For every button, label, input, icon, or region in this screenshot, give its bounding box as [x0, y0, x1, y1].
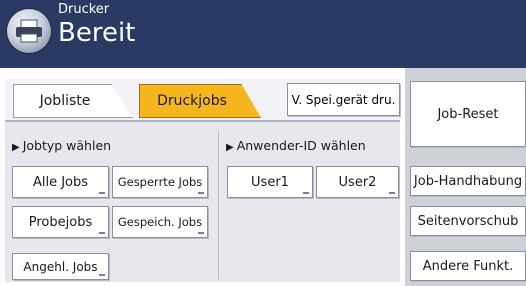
triangle-right-icon: ▶: [12, 142, 20, 153]
andere-funkt-button[interactable]: Andere Funkt.: [410, 251, 526, 281]
button-label: Gespeich. Jobs: [117, 215, 203, 229]
gespeich-jobs-button[interactable]: Gespeich. Jobs: [112, 206, 208, 238]
button-label: Probejobs: [28, 214, 93, 230]
button-label: Gesperrte Jobs: [117, 175, 203, 189]
status-title: Bereit: [58, 18, 136, 48]
job-reset-button[interactable]: Job-Reset: [410, 81, 526, 147]
section-divider: [218, 131, 219, 279]
job-type-label: Jobtyp wählen: [22, 138, 112, 153]
header-subtitle: Drucker: [58, 2, 110, 17]
right-sidebar: Job-Reset Job-Handhabung Seitenvorschub …: [405, 68, 526, 286]
button-label: Alle Jobs: [32, 174, 89, 190]
seitenvorschub-button[interactable]: Seitenvorschub: [410, 206, 526, 236]
user-id-heading: ▶ Anwender-ID wählen: [226, 138, 366, 153]
tab-jobliste[interactable]: Jobliste: [13, 84, 133, 118]
button-label: User2: [338, 174, 377, 190]
print-from-storage-button[interactable]: V. Spei.gerät dru.: [287, 83, 400, 116]
button-label: Angehl. Jobs: [23, 259, 98, 274]
printer-icon: [7, 9, 51, 53]
user1-button[interactable]: User1: [227, 166, 313, 198]
alle-jobs-button[interactable]: Alle Jobs: [12, 166, 109, 198]
tab-strip: Jobliste Druckjobs V. Spei.gerät dru.: [5, 79, 400, 122]
gesperrte-jobs-button[interactable]: Gesperrte Jobs: [112, 166, 208, 198]
tab-druckjobs[interactable]: Druckjobs: [139, 84, 261, 118]
header-bar: Drucker Bereit: [0, 0, 526, 68]
user2-button[interactable]: User2: [316, 166, 399, 198]
job-panel: Jobliste Druckjobs V. Spei.gerät dru. ▶ J…: [5, 79, 400, 282]
button-label: User1: [251, 174, 289, 190]
angehl-jobs-button[interactable]: Angehl. Jobs: [12, 253, 109, 280]
user-id-label: Anwender-ID wählen: [236, 138, 366, 153]
probejobs-button[interactable]: Probejobs: [12, 206, 109, 238]
job-type-heading: ▶ Jobtyp wählen: [12, 138, 111, 153]
printer-screen: Drucker Bereit Jobliste Druckjobs V. Spe…: [0, 0, 526, 286]
triangle-right-icon: ▶: [226, 142, 234, 153]
job-handhabung-button[interactable]: Job-Handhabung: [410, 166, 526, 196]
